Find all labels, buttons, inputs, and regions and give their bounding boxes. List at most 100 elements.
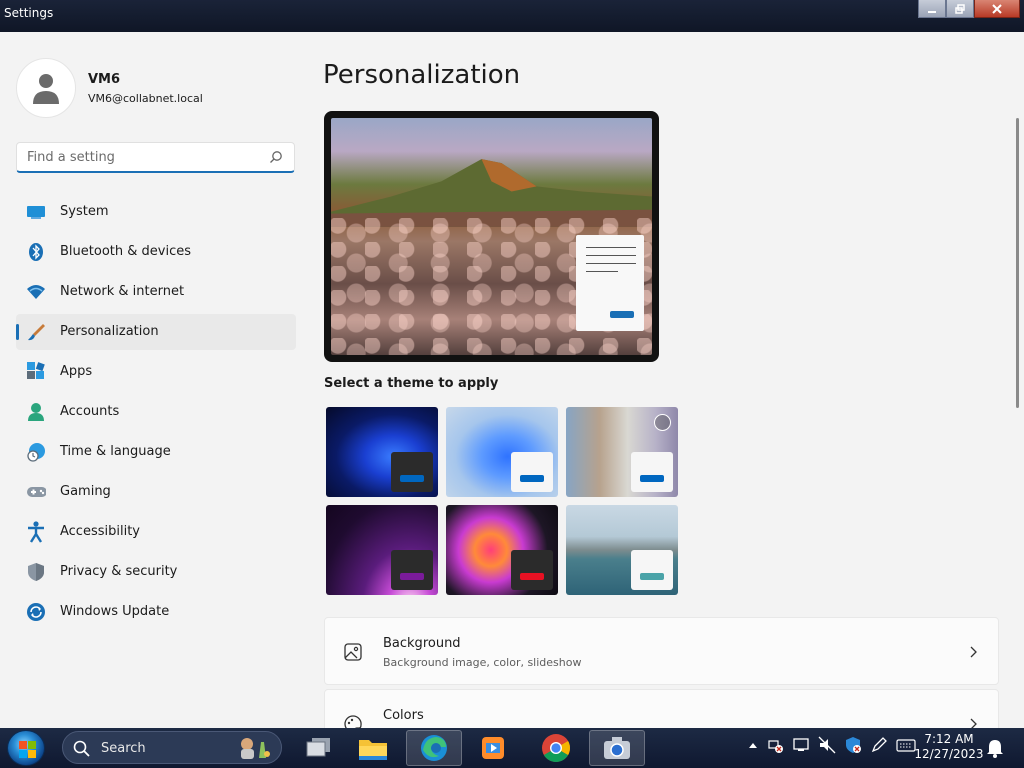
theme-flow[interactable] — [566, 505, 678, 595]
search-icon — [270, 151, 282, 163]
nav-list: System Bluetooth & devices Network & int… — [16, 194, 296, 634]
colors-setting-card[interactable]: Colors — [324, 689, 999, 728]
person-icon — [33, 74, 59, 104]
edge-button[interactable] — [406, 730, 462, 766]
windows-logo-icon — [19, 741, 36, 758]
sidebar-item-network[interactable]: Network & internet — [16, 274, 296, 310]
avatar[interactable] — [16, 58, 76, 118]
title-bar: Settings — [0, 0, 1024, 32]
close-button[interactable] — [974, 0, 1020, 18]
sidebar-item-label: Network & internet — [60, 284, 185, 299]
search-input[interactable]: Find a setting — [16, 142, 295, 173]
minimize-button[interactable] — [918, 0, 946, 18]
notification-bell-icon[interactable] — [986, 738, 1004, 758]
sidebar-item-label: System — [60, 204, 109, 219]
update-icon — [27, 603, 45, 621]
theme-glow[interactable] — [326, 505, 438, 595]
image-icon — [344, 643, 362, 661]
palette-icon — [344, 715, 362, 728]
clock-time: 7:12 AM — [924, 732, 974, 746]
mountain-shape — [331, 159, 652, 227]
search-icon — [73, 740, 90, 757]
keyboard-icon[interactable] — [896, 738, 916, 752]
theme-spotlight[interactable] — [566, 407, 678, 497]
theme-chip — [511, 452, 553, 492]
media-player-button[interactable] — [465, 730, 521, 766]
sidebar-item-label: Accessibility — [60, 524, 140, 539]
task-view-button[interactable] — [290, 730, 346, 766]
theme-grid — [326, 407, 678, 595]
security-shield-icon[interactable] — [844, 736, 862, 754]
theme-chip — [511, 550, 553, 590]
theme-chip — [631, 452, 673, 492]
media-player-icon — [482, 737, 504, 759]
display-icon[interactable] — [792, 736, 810, 754]
card-subtitle: Background image, color, slideshow — [383, 656, 582, 669]
monitor-icon — [27, 206, 45, 219]
system-tray — [748, 736, 916, 754]
chevron-right-icon — [970, 718, 977, 728]
theme-windows-light[interactable] — [446, 407, 558, 497]
sidebar-item-accessibility[interactable]: Accessibility — [16, 514, 296, 550]
sidebar-item-accounts[interactable]: Accounts — [16, 394, 296, 430]
pen-icon[interactable] — [870, 736, 888, 754]
camera-icon — [604, 737, 630, 759]
sidebar-item-system[interactable]: System — [16, 194, 296, 230]
chevron-right-icon — [970, 646, 977, 658]
chrome-icon — [542, 734, 570, 762]
window-controls — [918, 0, 1020, 18]
scrollbar[interactable] — [1016, 118, 1019, 408]
sidebar-item-bluetooth[interactable]: Bluetooth & devices — [16, 234, 296, 270]
folder-icon — [359, 740, 387, 760]
network-status-icon[interactable] — [766, 736, 784, 754]
theme-captured-motion[interactable] — [446, 505, 558, 595]
gamepad-icon — [27, 487, 46, 497]
screenshot-tool-button[interactable] — [589, 730, 645, 766]
sidebar-item-windows-update[interactable]: Windows Update — [16, 594, 296, 630]
clock-date: 12/27/2023 — [914, 747, 984, 761]
taskbar-search[interactable]: Search — [62, 731, 282, 764]
sidebar-item-label: Bluetooth & devices — [60, 244, 191, 259]
sidebar-item-label: Personalization — [60, 324, 159, 339]
wallpaper-preview-image — [331, 118, 652, 355]
theme-chip — [391, 550, 433, 590]
accessibility-icon — [28, 521, 44, 543]
start-button[interactable] — [7, 730, 45, 766]
theme-chip — [391, 452, 433, 492]
sidebar-item-time-language[interactable]: Time & language — [16, 434, 296, 470]
search-highlight-icon — [241, 738, 270, 759]
brush-icon — [28, 324, 45, 341]
sidebar-item-label: Privacy & security — [60, 564, 178, 579]
taskbar-clock[interactable]: 7:12 AM 12/27/2023 — [914, 732, 984, 762]
person-icon — [28, 403, 44, 421]
restore-button[interactable] — [946, 0, 974, 18]
page-title: Personalization — [323, 60, 521, 90]
apps-icon — [27, 362, 45, 379]
chrome-button[interactable] — [528, 730, 584, 766]
sidebar: VM6 VM6@collabnet.local Find a setting S… — [0, 32, 310, 728]
sidebar-item-label: Gaming — [60, 484, 111, 499]
user-name: VM6 — [88, 72, 121, 87]
globe-clock-icon — [27, 443, 45, 462]
volume-muted-icon[interactable] — [818, 736, 836, 754]
theme-windows-dark[interactable] — [326, 407, 438, 497]
sidebar-item-privacy-security[interactable]: Privacy & security — [16, 554, 296, 590]
background-setting-card[interactable]: Background Background image, color, slid… — [324, 617, 999, 685]
bluetooth-icon — [29, 243, 43, 261]
main-content: Personalization Select a theme to apply — [310, 32, 1014, 728]
chevron-up-icon[interactable] — [748, 741, 758, 749]
shield-icon — [28, 563, 44, 581]
sidebar-item-gaming[interactable]: Gaming — [16, 474, 296, 510]
file-explorer-button[interactable] — [345, 730, 401, 766]
card-title: Background — [383, 636, 461, 651]
theme-chip — [631, 550, 673, 590]
task-view-icon — [306, 738, 330, 757]
restore-icon — [955, 3, 965, 14]
sidebar-item-personalization[interactable]: Personalization — [16, 314, 296, 350]
sidebar-item-label: Windows Update — [60, 604, 170, 619]
user-email: VM6@collabnet.local — [88, 92, 203, 105]
theme-preview — [324, 111, 659, 362]
minimize-icon — [928, 10, 936, 13]
sidebar-item-label: Time & language — [60, 444, 171, 459]
sidebar-item-apps[interactable]: Apps — [16, 354, 296, 390]
